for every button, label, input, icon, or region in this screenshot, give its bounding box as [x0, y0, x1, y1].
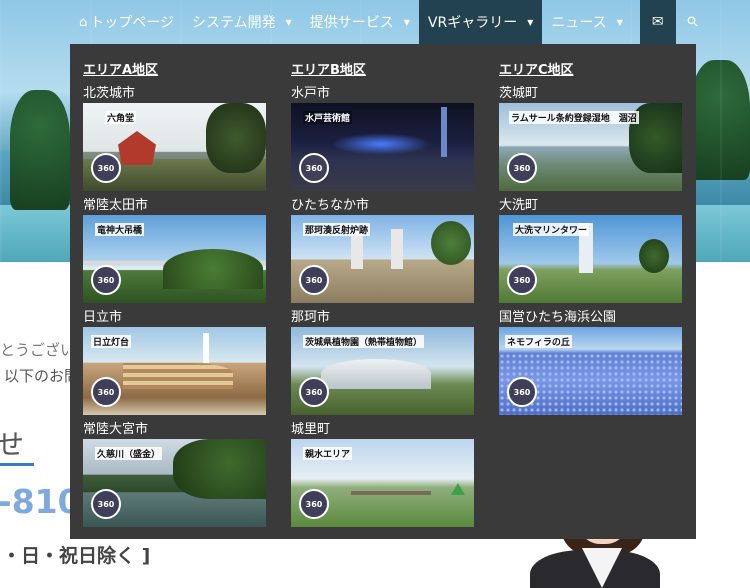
nav-label: VRギャラリー	[427, 15, 518, 31]
thumbnail-caption: 水戸芸術館	[303, 111, 353, 124]
city-label[interactable]: ひたちなか市	[291, 194, 369, 213]
vr-thumbnail[interactable]: 親水エリア 360	[291, 439, 474, 527]
nav-label: トップページ	[90, 15, 174, 31]
caret-down-icon: ▼	[285, 17, 292, 27]
vr-360-icon: 360	[91, 489, 121, 519]
vr-360-icon: 360	[507, 265, 537, 295]
main-navigation: ⌂ トップページ システム開発 ▼ 提供サービス ▼ VRギャラリー ▼ ニュー…	[70, 0, 710, 44]
thumbnail-caption: 茨城県植物園（熱帯植物館）	[303, 335, 425, 348]
thumbnail-caption: 那珂湊反射炉跡	[303, 223, 371, 236]
city-label[interactable]: 日立市	[83, 306, 122, 325]
heading-underline	[0, 463, 34, 466]
thumbnail-caption: 竜神大吊橋	[95, 223, 145, 236]
search-button[interactable]: ⚲	[676, 0, 710, 44]
thumbnail-caption: 親水エリア	[303, 447, 353, 460]
area-title[interactable]: エリアC地区	[499, 59, 574, 78]
mail-icon: ✉	[651, 14, 664, 30]
vr-thumbnail[interactable]: 日立灯台 360	[83, 327, 266, 415]
vr-360-icon: 360	[507, 153, 537, 183]
vr-thumbnail[interactable]: 六角堂 360	[83, 103, 266, 191]
vr-thumbnail[interactable]: 久慈川（盛金） 360	[83, 439, 266, 527]
vr-thumbnail[interactable]: ラムサール条約登録湿地 涸沼 360	[499, 103, 682, 191]
intro-text-line: 以下のお問	[4, 367, 80, 385]
vr-thumbnail[interactable]: 大洗マリンタワー 360	[499, 215, 682, 303]
city-label[interactable]: 那珂市	[291, 306, 330, 325]
area-title[interactable]: エリアB地区	[291, 59, 366, 78]
city-label[interactable]: 大洗町	[499, 194, 538, 213]
nav-services[interactable]: 提供サービス ▼	[301, 0, 419, 44]
city-label[interactable]: 常陸大宮市	[83, 418, 148, 437]
contact-heading: せ	[0, 428, 25, 461]
business-hours: ・日・祝日除く ]	[2, 545, 151, 567]
thumbnail-caption: 久慈川（盛金）	[95, 447, 163, 460]
city-label[interactable]: 茨城町	[499, 82, 538, 101]
nav-label: ニュース	[551, 15, 607, 31]
nav-label: システム開発	[192, 15, 276, 31]
thumbnail-caption: 六角堂	[105, 111, 137, 124]
mail-button[interactable]: ✉	[639, 0, 676, 44]
vr-360-icon: 360	[299, 377, 329, 407]
thumbnail-caption: ラムサール条約登録湿地 涸沼	[509, 111, 639, 124]
home-icon: ⌂	[79, 14, 88, 30]
nav-vr-gallery[interactable]: VRギャラリー ▼	[418, 0, 543, 44]
city-label[interactable]: 国営ひたち海浜公園	[499, 306, 616, 325]
thumbnail-caption: 大洗マリンタワー	[513, 223, 590, 236]
thumbnail-caption: 日立灯台	[91, 335, 132, 348]
vr-thumbnail[interactable]: ネモフィラの丘 360	[499, 327, 682, 415]
city-label[interactable]: 水戸市	[291, 82, 330, 101]
area-title[interactable]: エリアA地区	[83, 59, 158, 78]
search-icon: ⚲	[683, 12, 702, 32]
caret-down-icon: ▼	[616, 17, 623, 27]
vr-360-icon: 360	[299, 489, 329, 519]
vr-360-icon: 360	[299, 265, 329, 295]
city-label[interactable]: 常陸太田市	[83, 194, 148, 213]
vr-360-icon: 360	[299, 153, 329, 183]
vr-thumbnail[interactable]: 水戸芸術館 360	[291, 103, 474, 191]
vr-thumbnail[interactable]: 竜神大吊橋 360	[83, 215, 266, 303]
phone-number[interactable]: -810	[0, 482, 81, 521]
vr-360-icon: 360	[91, 153, 121, 183]
vr-thumbnail[interactable]: 那珂湊反射炉跡 360	[291, 215, 474, 303]
city-label[interactable]: 北茨城市	[83, 82, 135, 101]
vr-thumbnail[interactable]: 茨城県植物園（熱帯植物館） 360	[291, 327, 474, 415]
nav-label: 提供サービス	[309, 15, 394, 31]
caret-down-icon: ▼	[527, 17, 534, 27]
caret-down-icon: ▼	[403, 17, 410, 27]
nav-system-development[interactable]: システム開発 ▼	[183, 0, 301, 44]
nav-news[interactable]: ニュース ▼	[542, 0, 631, 44]
thumbnail-caption: ネモフィラの丘	[505, 335, 572, 348]
vr-360-icon: 360	[507, 377, 537, 407]
nav-home[interactable]: ⌂ トップページ	[70, 0, 183, 44]
vr-360-icon: 360	[91, 377, 121, 407]
city-label[interactable]: 城里町	[291, 418, 330, 437]
vr-360-icon: 360	[91, 265, 121, 295]
vr-gallery-dropdown: エリアA地区 北茨城市 六角堂 360 常陸太田市 竜神大吊橋 360 日立市 …	[70, 44, 696, 539]
